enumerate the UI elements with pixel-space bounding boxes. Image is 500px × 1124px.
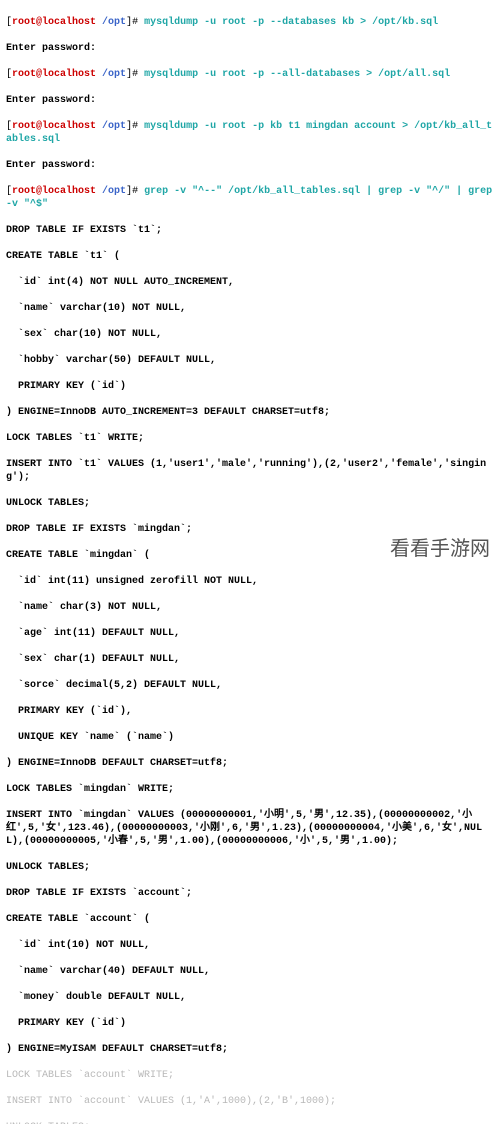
sql-line: CREATE TABLE `mingdan` ( <box>6 549 494 562</box>
sql-line: `hobby` varchar(50) DEFAULT NULL, <box>6 354 494 367</box>
sql-line: `money` double DEFAULT NULL, <box>6 991 494 1004</box>
sql-line: LOCK TABLES `mingdan` WRITE; <box>6 783 494 796</box>
cmd-2: mysqldump -u root -p --all-databases > /… <box>144 69 450 80</box>
sql-line: `sex` char(10) NOT NULL, <box>6 328 494 341</box>
enter-password-3: Enter password: <box>6 159 494 172</box>
sql-line: `sorce` decimal(5,2) DEFAULT NULL, <box>6 679 494 692</box>
prompt-line-1: [root@localhost /opt]# mysqldump -u root… <box>6 16 494 29</box>
sql-line: ) ENGINE=MyISAM DEFAULT CHARSET=utf8; <box>6 1043 494 1056</box>
sql-line: `name` varchar(10) NOT NULL, <box>6 302 494 315</box>
sql-line: LOCK TABLES `t1` WRITE; <box>6 432 494 445</box>
sql-line: CREATE TABLE `account` ( <box>6 913 494 926</box>
sql-line: UNLOCK TABLES; <box>6 861 494 874</box>
sql-line: DROP TABLE IF EXISTS `mingdan`; <box>6 523 494 536</box>
sql-line: DROP TABLE IF EXISTS `t1`; <box>6 224 494 237</box>
sql-line: UNIQUE KEY `name` (`name`) <box>6 731 494 744</box>
sql-line: ) ENGINE=InnoDB DEFAULT CHARSET=utf8; <box>6 757 494 770</box>
sql-line: `name` char(3) NOT NULL, <box>6 601 494 614</box>
enter-password-1: Enter password: <box>6 42 494 55</box>
terminal[interactable]: [root@localhost /opt]# mysqldump -u root… <box>0 0 500 1124</box>
sql-line-faded: INSERT INTO `account` VALUES (1,'A',1000… <box>6 1095 494 1108</box>
sql-line: `age` int(11) DEFAULT NULL, <box>6 627 494 640</box>
sql-line: `name` varchar(40) DEFAULT NULL, <box>6 965 494 978</box>
sql-line: PRIMARY KEY (`id`), <box>6 705 494 718</box>
enter-password-2: Enter password: <box>6 94 494 107</box>
sql-line: UNLOCK TABLES; <box>6 497 494 510</box>
sql-line: INSERT INTO `t1` VALUES (1,'user1','male… <box>6 458 494 484</box>
prompt-line-2: [root@localhost /opt]# mysqldump -u root… <box>6 68 494 81</box>
sql-line: PRIMARY KEY (`id`) <box>6 1017 494 1030</box>
sql-line: `id` int(11) unsigned zerofill NOT NULL, <box>6 575 494 588</box>
sql-line: CREATE TABLE `t1` ( <box>6 250 494 263</box>
sql-line: INSERT INTO `mingdan` VALUES (0000000000… <box>6 809 494 848</box>
sql-line: `sex` char(1) DEFAULT NULL, <box>6 653 494 666</box>
sql-line-faded: LOCK TABLES `account` WRITE; <box>6 1069 494 1082</box>
sql-line-faded: UNLOCK TABLES; <box>6 1121 494 1124</box>
sql-line: `id` int(10) NOT NULL, <box>6 939 494 952</box>
sql-line: DROP TABLE IF EXISTS `account`; <box>6 887 494 900</box>
sql-line: ) ENGINE=InnoDB AUTO_INCREMENT=3 DEFAULT… <box>6 406 494 419</box>
prompt-line-4: [root@localhost /opt]# grep -v "^--" /op… <box>6 185 494 211</box>
cmd-1: mysqldump -u root -p --databases kb > /o… <box>144 17 438 28</box>
sql-line: `id` int(4) NOT NULL AUTO_INCREMENT, <box>6 276 494 289</box>
sql-line: PRIMARY KEY (`id`) <box>6 380 494 393</box>
prompt-line-3: [root@localhost /opt]# mysqldump -u root… <box>6 120 494 146</box>
